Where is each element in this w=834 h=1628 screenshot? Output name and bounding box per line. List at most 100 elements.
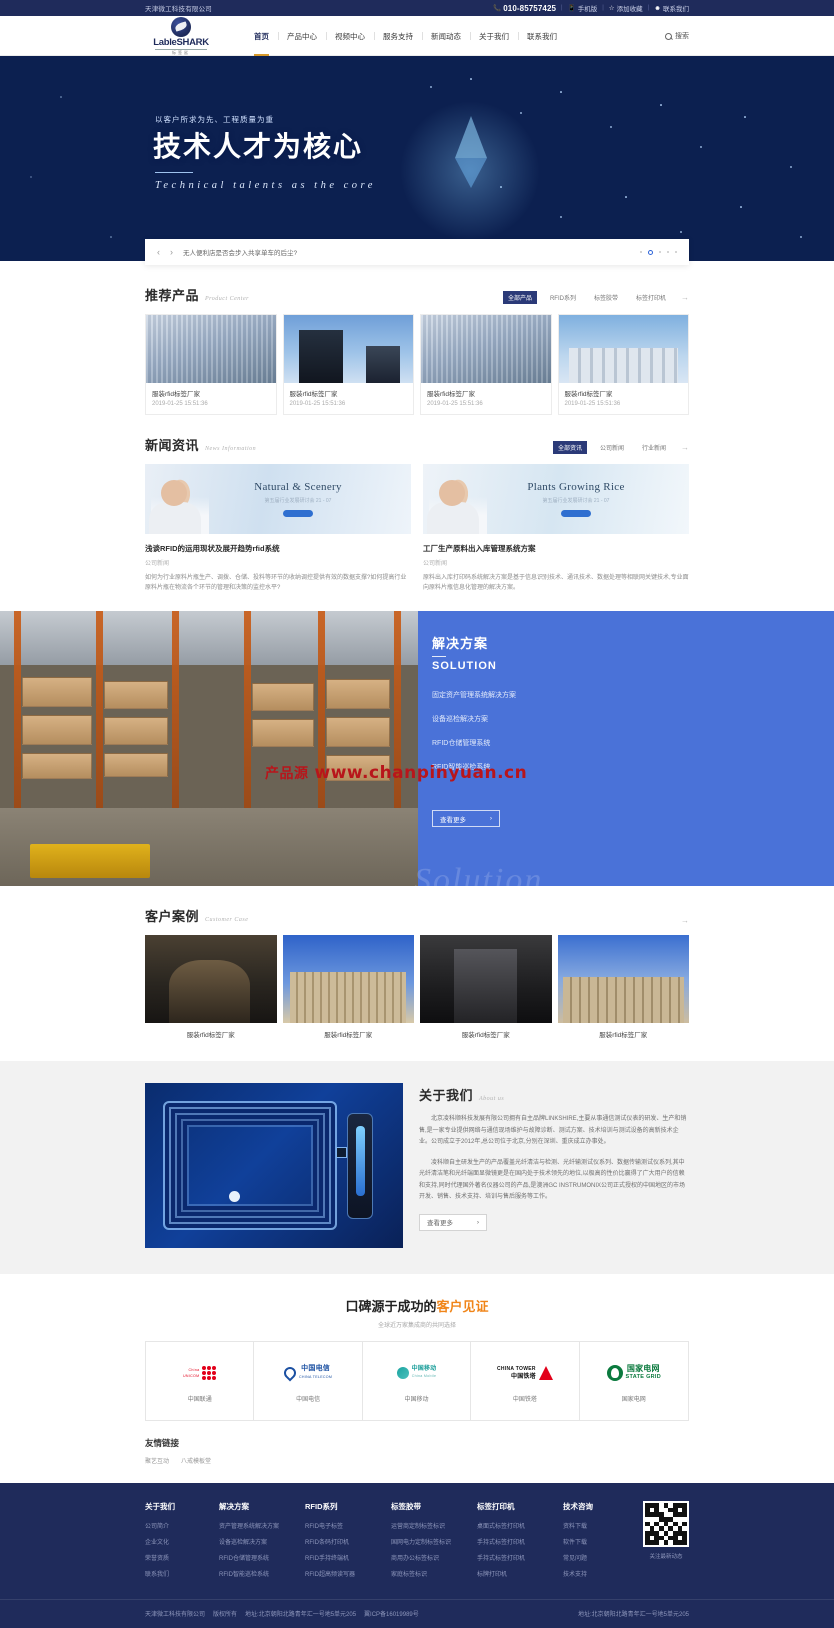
news-tab-company[interactable]: 公司新闻 bbox=[595, 441, 629, 454]
footer-link[interactable]: RFID超高频读写器 bbox=[305, 1569, 391, 1578]
brand-cell-stategrid[interactable]: 国家电网 STATE GRID 国家电网 bbox=[579, 1342, 688, 1420]
news-cover-button[interactable] bbox=[282, 510, 313, 517]
brand-name: 中国移动 bbox=[404, 1396, 429, 1403]
solution-item-asset[interactable]: 固定资产管理系统解决方案 bbox=[432, 690, 834, 700]
footer-address-right: 地址:北京朝阳北路青年汇一号地5单元205 bbox=[577, 1612, 689, 1618]
news-cover-title: Natural & Scenery bbox=[254, 481, 342, 493]
product-tab-rfid[interactable]: RFID系列 bbox=[545, 291, 581, 304]
notice-dot-active[interactable] bbox=[648, 249, 653, 255]
solution-more-label: 查看更多 bbox=[440, 816, 466, 824]
news-tab-industry[interactable]: 行业新闻 bbox=[637, 441, 671, 454]
product-card[interactable]: 服装rfid标签厂家 2019-01-25 15:51:36 bbox=[557, 314, 689, 415]
nav-item-products[interactable]: 产品中心 bbox=[278, 16, 326, 56]
footer-link[interactable]: 资产管理系统解决方案 bbox=[219, 1521, 305, 1530]
footer-link[interactable]: 运营商定制标签标识 bbox=[391, 1521, 477, 1530]
footer-link[interactable]: RFID智能巡检系统 bbox=[219, 1569, 305, 1578]
nav-item-news[interactable]: 新闻动态 bbox=[422, 16, 470, 56]
about-section: 关于我们 About us 北京凌科顺科技发展有限公司拥有自主品牌LINKSHI… bbox=[0, 1061, 834, 1274]
site-logo[interactable]: LableSHARK 标签鲨 bbox=[145, 16, 217, 56]
footer-link[interactable]: 资料下载 bbox=[563, 1521, 637, 1530]
nav-item-contact[interactable]: 联系我们 bbox=[518, 16, 566, 56]
hero-title: 技术人才为核心 bbox=[153, 131, 364, 162]
case-card[interactable]: 服装rfid标签厂家 bbox=[282, 935, 414, 1039]
main-nav: 首页 产品中心 视频中心 服务支持 新闻动态 关于我们 联系我们 bbox=[245, 16, 665, 56]
footer-icp[interactable]: 翼ICP备16019989号 bbox=[364, 1609, 419, 1618]
footer-link[interactable]: 国网电力定制标签标识 bbox=[391, 1537, 477, 1546]
news-tab-all[interactable]: 全部资讯 bbox=[552, 441, 587, 454]
site-header: LableSHARK 标签鲨 首页 产品中心 视频中心 服务支持 新闻动态 关于… bbox=[0, 16, 834, 56]
brand-cell-telecom[interactable]: 中国电信 CHINA TELECOM 中国电信 bbox=[254, 1342, 363, 1420]
coil-contact-dot bbox=[229, 1191, 240, 1202]
site-footer: 关于我们 公司简介 企业文化 荣誉资质 联系我们 解决方案 资产管理系统解决方案… bbox=[0, 1483, 834, 1628]
search-button[interactable]: 搜索 bbox=[665, 31, 689, 41]
footer-link[interactable]: 标牌打印机 bbox=[477, 1569, 563, 1578]
notice-dot[interactable] bbox=[675, 251, 677, 253]
footer-link[interactable]: RFID电子标签 bbox=[305, 1521, 391, 1530]
solution-item-inspection[interactable]: 设备巡检解决方案 bbox=[432, 714, 834, 724]
notice-text[interactable]: 无人便利店是否会步入共享单车的后尘? bbox=[183, 247, 640, 257]
footer-column-heading: 标签打印机 bbox=[477, 1502, 515, 1511]
notice-dot[interactable] bbox=[640, 251, 642, 253]
china-tower-logo-icon: CHINA TOWER 中国铁塔 bbox=[497, 1360, 553, 1386]
notice-prev-button[interactable]: ‹ bbox=[157, 247, 160, 257]
topbar-link-bookmark[interactable]: ☆ 添加收藏 bbox=[609, 3, 643, 13]
notice-next-button[interactable]: › bbox=[170, 247, 173, 257]
topbar-link-mobile[interactable]: 📱 手机版 bbox=[568, 3, 598, 13]
footer-link[interactable]: RFID仓储管理系统 bbox=[219, 1553, 305, 1562]
products-more-link[interactable]: → bbox=[681, 293, 689, 302]
case-card[interactable]: 服装rfid标签厂家 bbox=[145, 935, 277, 1039]
case-card[interactable]: 服装rfid标签厂家 bbox=[557, 935, 689, 1039]
telecom-mark-icon bbox=[281, 1364, 299, 1381]
cases-grid: 服装rfid标签厂家 服装rfid标签厂家 服装rfid标签厂家 服装rfid标… bbox=[145, 935, 689, 1039]
solution-item-warehouse[interactable]: RFID仓储管理系统 bbox=[432, 738, 834, 748]
footer-link[interactable]: 软件下载 bbox=[563, 1537, 637, 1546]
footer-link[interactable]: 商用办公标签标识 bbox=[391, 1553, 477, 1562]
product-tab-tape[interactable]: 标签胶带 bbox=[589, 291, 623, 304]
product-card[interactable]: 服装rfid标签厂家 2019-01-25 15:51:36 bbox=[282, 314, 414, 415]
nav-item-about[interactable]: 关于我们 bbox=[470, 16, 518, 56]
product-tab-all[interactable]: 全部产品 bbox=[502, 291, 537, 304]
brand-cell-tower[interactable]: CHINA TOWER 中国铁塔 中国铁塔 bbox=[471, 1342, 580, 1420]
topbar-link-contact[interactable]: ☻ 联系我们 bbox=[654, 3, 689, 14]
news-cover-image: Plants Growing Rice 第五届行业发展研讨会 21 - 07 bbox=[423, 464, 689, 534]
product-card[interactable]: 服装rfid标签厂家 2019-01-25 15:51:36 bbox=[420, 314, 552, 415]
news-card[interactable]: Plants Growing Rice 第五届行业发展研讨会 21 - 07 工… bbox=[423, 464, 689, 593]
footer-link[interactable]: 设备巡检解决方案 bbox=[219, 1537, 305, 1546]
brand-cell-unicom[interactable]: China UNICOM 中国联通 bbox=[146, 1342, 255, 1420]
footer-link[interactable]: 联系我们 bbox=[145, 1569, 219, 1578]
notice-dot[interactable] bbox=[659, 251, 661, 253]
footer-link[interactable]: 桌面式标签打印机 bbox=[477, 1521, 563, 1530]
footer-link[interactable]: RFID手持终端机 bbox=[305, 1553, 391, 1562]
news-headline[interactable]: 浅谈RFID的运用现状及展开趋势rfid系统 bbox=[145, 543, 411, 554]
hero-divider bbox=[155, 172, 193, 173]
case-card[interactable]: 服装rfid标签厂家 bbox=[420, 935, 552, 1039]
product-tab-printer[interactable]: 标签打印机 bbox=[631, 291, 671, 304]
notice-pagination[interactable] bbox=[640, 249, 677, 255]
friend-link[interactable]: 八戒模板堂 bbox=[181, 1456, 211, 1465]
footer-link[interactable]: 家庭标签标识 bbox=[391, 1569, 477, 1578]
news-cover-button[interactable] bbox=[560, 510, 591, 517]
footer-link[interactable]: RFID条码打印机 bbox=[305, 1537, 391, 1546]
footer-link[interactable]: 公司简介 bbox=[145, 1521, 219, 1530]
cases-more-link[interactable]: → bbox=[681, 916, 689, 925]
footer-link[interactable]: 技术支持 bbox=[563, 1569, 637, 1578]
footer-link[interactable]: 企业文化 bbox=[145, 1537, 219, 1546]
news-more-link[interactable]: → bbox=[681, 443, 689, 452]
notice-dot[interactable] bbox=[667, 251, 669, 253]
friend-link[interactable]: 聚艺互动 bbox=[145, 1456, 169, 1465]
nav-item-support[interactable]: 服务支持 bbox=[374, 16, 422, 56]
brand-cell-mobile[interactable]: 中国移动 China Mobile 中国移动 bbox=[362, 1342, 472, 1420]
footer-link[interactable]: 手持式标签打印机 bbox=[477, 1537, 563, 1546]
product-card[interactable]: 服装rfid标签厂家 2019-01-25 15:51:36 bbox=[145, 314, 277, 415]
footer-link[interactable]: 手持式标签打印机 bbox=[477, 1553, 563, 1562]
about-more-button[interactable]: 查看更多 › bbox=[419, 1213, 487, 1231]
nav-item-video[interactable]: 视频中心 bbox=[326, 16, 374, 56]
nav-item-home[interactable]: 首页 bbox=[245, 16, 278, 56]
product-name: 服装rfid标签厂家 bbox=[427, 391, 476, 398]
case-name: 服装rfid标签厂家 bbox=[324, 1032, 373, 1039]
solution-more-button[interactable]: 查看更多 › bbox=[432, 810, 500, 827]
news-card[interactable]: Natural & Scenery 第五届行业发展研讨会 21 - 07 浅谈R… bbox=[145, 464, 411, 593]
footer-link[interactable]: 荣誉资质 bbox=[145, 1553, 219, 1562]
news-headline[interactable]: 工厂生产原料出入库管理系统方案 bbox=[423, 543, 689, 554]
footer-link[interactable]: 常见问题 bbox=[563, 1553, 637, 1562]
